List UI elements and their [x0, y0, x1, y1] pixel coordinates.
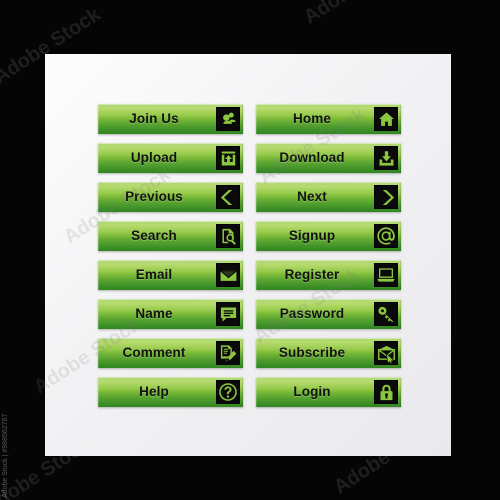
- at-sign-icon: [374, 224, 398, 248]
- button-label: Previous: [125, 189, 183, 204]
- button-label: Next: [297, 189, 327, 204]
- button-label: Upload: [130, 150, 178, 165]
- key-icon: [374, 302, 398, 326]
- button-download[interactable]: Download: [256, 143, 401, 173]
- watermark-text: Adobe Stock: [300, 0, 415, 29]
- button-set-panel: Join Us Home Upload Download Previous Next Sea…: [45, 54, 451, 456]
- chevron-left-icon: [216, 185, 240, 209]
- button-upload[interactable]: Upload: [98, 143, 243, 173]
- button-name[interactable]: Name: [98, 299, 243, 329]
- button-email[interactable]: Email: [98, 260, 243, 290]
- users-icon: [216, 107, 240, 131]
- document-pencil-icon: [216, 341, 240, 365]
- button-label: Comment: [122, 345, 186, 360]
- button-home[interactable]: Home: [256, 104, 401, 134]
- button-signup[interactable]: Signup: [256, 221, 401, 251]
- button-label: Search: [131, 228, 177, 243]
- button-login[interactable]: Login: [256, 377, 401, 407]
- button-register[interactable]: Register: [256, 260, 401, 290]
- button-grid: Join Us Home Upload Download Previous Next Sea…: [98, 104, 401, 407]
- upload-tray-icon: [216, 146, 240, 170]
- button-label: Login: [293, 384, 331, 399]
- button-label: Signup: [288, 228, 336, 243]
- button-label: Name: [135, 306, 173, 321]
- button-next[interactable]: Next: [256, 182, 401, 212]
- button-label: Home: [293, 111, 331, 126]
- artboard-frame: Join Us Home Upload Download Previous Next Sea…: [0, 0, 500, 500]
- button-label: Join Us: [129, 111, 179, 126]
- button-label: Email: [135, 267, 173, 282]
- envelope-cursor-icon: [374, 341, 398, 365]
- download-tray-icon: [374, 146, 398, 170]
- button-label: Password: [279, 306, 345, 321]
- button-comment[interactable]: Comment: [98, 338, 243, 368]
- home-icon: [374, 107, 398, 131]
- padlock-icon: [374, 380, 398, 404]
- question-circle-icon: [216, 380, 240, 404]
- envelope-icon: [216, 263, 240, 287]
- button-label: Download: [279, 150, 345, 165]
- button-search[interactable]: Search: [98, 221, 243, 251]
- button-label: Help: [139, 384, 169, 399]
- button-label: Subscribe: [278, 345, 346, 360]
- button-subscribe[interactable]: Subscribe: [256, 338, 401, 368]
- button-help[interactable]: Help: [98, 377, 243, 407]
- laptop-icon: [374, 263, 398, 287]
- speech-bubble-icon: [216, 302, 240, 326]
- button-label: Register: [284, 267, 340, 282]
- button-join-us[interactable]: Join Us: [98, 104, 243, 134]
- document-search-icon: [216, 224, 240, 248]
- button-password[interactable]: Password: [256, 299, 401, 329]
- watermark-id-label: Adobe Stock | #988562767: [2, 413, 9, 498]
- button-previous[interactable]: Previous: [98, 182, 243, 212]
- chevron-right-icon: [374, 185, 398, 209]
